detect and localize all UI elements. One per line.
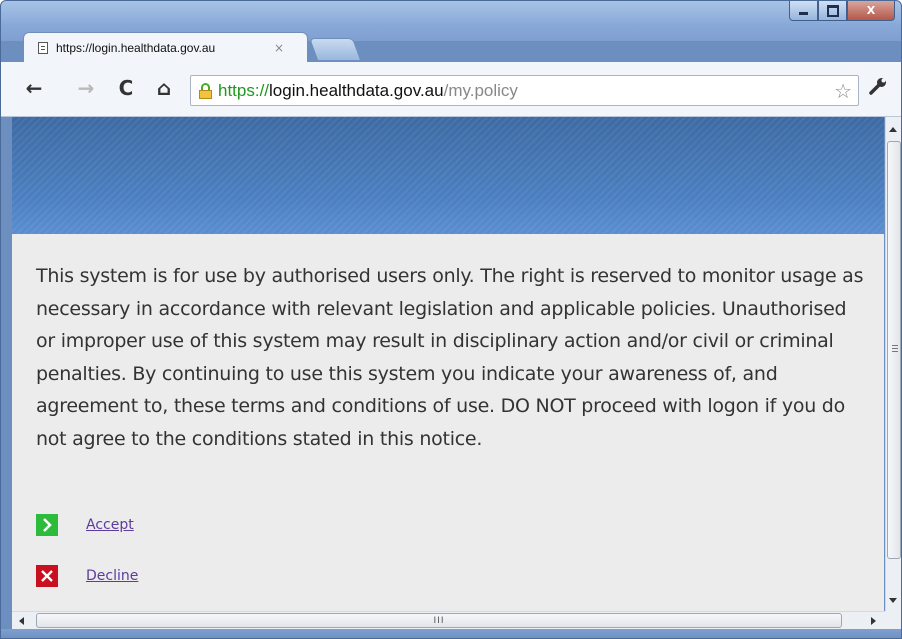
back-arrow-icon: ←: [25, 76, 43, 100]
vertical-scroll-thumb[interactable]: [887, 141, 901, 559]
minimize-icon: [799, 12, 808, 15]
home-icon: ⌂: [156, 76, 172, 100]
bookmark-star-icon[interactable]: ☆: [834, 79, 852, 103]
scroll-down-arrow-icon[interactable]: [889, 598, 897, 603]
decline-x-icon[interactable]: [36, 565, 58, 587]
tab-close-icon[interactable]: ×: [274, 41, 284, 55]
accept-link[interactable]: Accept: [86, 517, 134, 533]
accept-row: Accept: [36, 514, 134, 536]
close-window-button[interactable]: X: [847, 1, 895, 21]
horizontal-scrollbar[interactable]: III: [12, 611, 885, 629]
url-host: login.healthdata.gov.au: [269, 80, 444, 100]
back-button[interactable]: ←: [21, 74, 47, 102]
policy-notice: This system is for use by authorised use…: [36, 265, 864, 450]
url-text: https://login.healthdata.gov.au/my.polic…: [218, 81, 518, 101]
header-banner: [12, 117, 884, 234]
lock-icon: [199, 83, 212, 99]
tab-title: https://login.healthdata.gov.au: [56, 40, 216, 55]
vertical-scrollbar[interactable]: [885, 117, 901, 611]
forward-arrow-icon: →: [77, 76, 95, 100]
home-button[interactable]: ⌂: [151, 74, 177, 102]
page-content: This system is for use by authorised use…: [12, 117, 884, 611]
toolbar: ← → C ⌂ https://login.healthdata.gov.au/…: [1, 62, 901, 117]
page-icon: [38, 41, 48, 54]
maximize-button[interactable]: [818, 1, 847, 21]
wrench-icon[interactable]: [868, 76, 888, 101]
scroll-left-arrow-icon[interactable]: [19, 617, 24, 625]
maximize-icon: [826, 4, 839, 17]
browser-window: X https://login.healthdata.gov.au × ← → …: [0, 0, 902, 639]
tab-strip: X https://login.healthdata.gov.au ×: [1, 1, 901, 62]
scrollbar-corner: [885, 611, 901, 629]
scroll-grip-icon: III: [433, 615, 445, 626]
reload-button[interactable]: C: [113, 74, 139, 102]
address-bar[interactable]: https://login.healthdata.gov.au/my.polic…: [190, 75, 859, 106]
horizontal-scroll-thumb[interactable]: III: [36, 613, 842, 628]
accept-chevron-icon[interactable]: [36, 514, 58, 536]
forward-button[interactable]: →: [73, 74, 99, 102]
decline-row: Decline: [36, 565, 138, 587]
scroll-up-arrow-icon[interactable]: [889, 127, 897, 132]
close-icon: X: [866, 4, 876, 17]
url-path: /my.policy: [443, 80, 518, 100]
url-scheme: https://: [218, 80, 270, 100]
minimize-button[interactable]: [789, 1, 818, 21]
scroll-right-arrow-icon[interactable]: [871, 617, 876, 625]
tab-active[interactable]: https://login.healthdata.gov.au ×: [23, 32, 308, 62]
new-tab-button[interactable]: [308, 38, 362, 60]
window-frame-bottom: [1, 629, 901, 638]
window-controls: X: [789, 1, 895, 23]
decline-link[interactable]: Decline: [86, 568, 138, 584]
reload-icon: C: [118, 76, 134, 100]
